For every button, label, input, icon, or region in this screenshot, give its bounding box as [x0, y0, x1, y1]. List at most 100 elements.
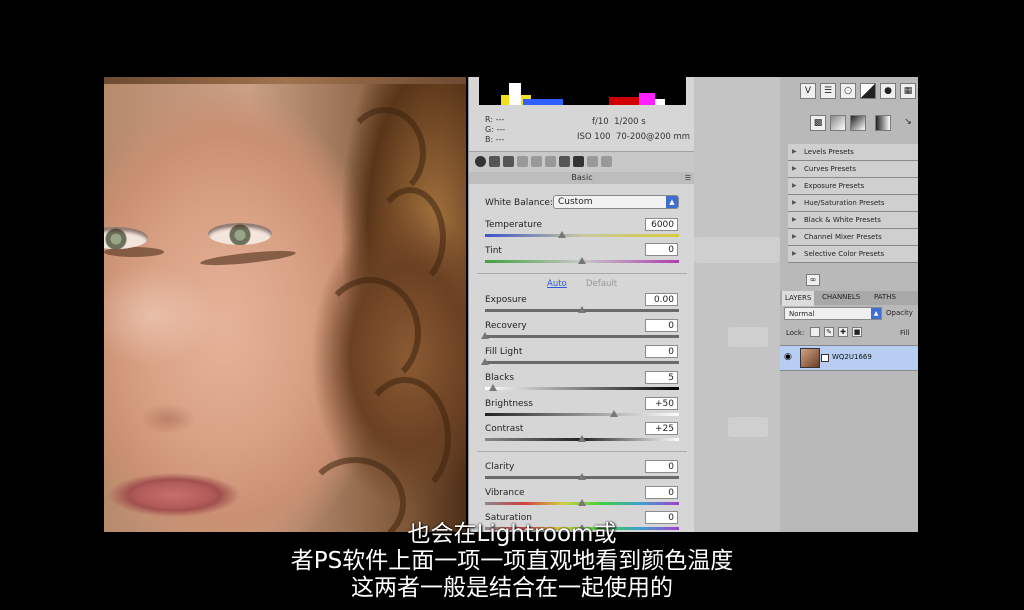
opacity-label: Opacity — [886, 309, 913, 317]
preset-curves[interactable]: Curves Presets — [788, 161, 918, 178]
posterize-icon[interactable] — [830, 115, 846, 131]
exposure-slider-thumb[interactable] — [578, 306, 586, 313]
brightness-track[interactable] — [485, 413, 679, 416]
preset-exposure[interactable]: Exposure Presets — [788, 178, 918, 195]
preset-hue-saturation[interactable]: Hue/Saturation Presets — [788, 195, 918, 212]
preset-levels[interactable]: Levels Presets — [788, 144, 918, 161]
basic-tab-icon[interactable] — [475, 156, 486, 167]
exposure-field[interactable]: 0.00 — [645, 293, 678, 306]
tint-field[interactable]: 0 — [645, 243, 678, 256]
camera-raw-panel: R: --- G: --- B: --- f/10 1/200 s ISO 10… — [468, 77, 696, 532]
recovery-field[interactable]: 0 — [645, 319, 678, 332]
contrast-label: Contrast — [485, 424, 524, 434]
tab-paths[interactable]: PATHS — [874, 293, 896, 301]
panel-options-icon[interactable]: ↘ — [900, 115, 916, 131]
hsl-tab-icon[interactable] — [517, 156, 528, 167]
preset-channel-mixer[interactable]: Channel Mixer Presets — [788, 229, 918, 246]
layer-row[interactable]: ◉ WQ2U1669 — [780, 345, 918, 371]
left-eye — [104, 227, 148, 249]
fill-light-slider-thumb[interactable] — [481, 358, 489, 365]
recovery-track[interactable] — [485, 335, 679, 338]
effects-tab-icon[interactable] — [559, 156, 570, 167]
lock-pixels-icon[interactable]: ✎ — [824, 327, 834, 337]
tone-curve-tab-icon[interactable] — [489, 156, 500, 167]
lock-all-icon[interactable]: ■ — [852, 327, 862, 337]
right-eyebrow — [199, 248, 297, 268]
channel-mixer-icon[interactable]: ● — [880, 83, 896, 99]
portrait-photo — [104, 77, 466, 532]
clarity-slider-thumb[interactable] — [578, 473, 586, 480]
layer-thumbnail — [800, 348, 820, 368]
white-balance-select[interactable]: Custom ▲ — [553, 195, 679, 209]
exif-lens: ISO 100 70-200@200 mm — [577, 132, 691, 142]
lens-tab-icon[interactable] — [545, 156, 556, 167]
layer-name[interactable]: WQ2U1669 — [832, 353, 872, 361]
subtitle-line-3: 这两者一般是结合在一起使用的 — [351, 575, 673, 601]
hair-curl — [374, 187, 446, 289]
threshold-icon[interactable] — [850, 115, 866, 131]
blacks-label: Blacks — [485, 373, 515, 383]
rgb-readout: R: --- G: --- B: --- — [485, 115, 506, 144]
photo-filter-icon[interactable]: ○ — [840, 83, 856, 99]
preset-selective-color[interactable]: Selective Color Presets — [788, 246, 918, 263]
tint-label: Tint — [485, 246, 502, 256]
photoshop-adjustments-panel: V ☰ ○ ● ▦ ▩ ↘ Levels Presets Curves Pres… — [780, 77, 918, 532]
blacks-slider-thumb[interactable] — [489, 384, 497, 391]
right-eye — [208, 223, 272, 245]
clarity-field[interactable]: 0 — [645, 460, 678, 473]
chevron-down-icon: ▲ — [666, 196, 678, 208]
exif-exposure: f/10 1/200 s — [592, 117, 646, 127]
photo-edge — [104, 77, 466, 84]
recovery-slider-thumb[interactable] — [481, 332, 489, 339]
split-toning-tab-icon[interactable] — [531, 156, 542, 167]
link-icon[interactable]: ∞ — [806, 274, 820, 286]
blacks-field[interactable]: 5 — [645, 371, 678, 384]
fill-label: Fill — [900, 329, 910, 337]
contrast-field[interactable]: +25 — [645, 422, 678, 435]
fill-light-field[interactable]: 0 — [645, 345, 678, 358]
fill-light-label: Fill Light — [485, 347, 523, 357]
temperature-track[interactable] — [485, 234, 679, 237]
fill-light-track[interactable] — [485, 361, 679, 364]
default-link[interactable]: Default — [586, 279, 617, 289]
vibrance-icon[interactable]: V — [800, 83, 816, 99]
brightness-field[interactable]: +50 — [645, 397, 678, 410]
blend-mode-value: Normal — [789, 310, 815, 318]
brightness-slider-thumb[interactable] — [610, 410, 618, 417]
vibrance-field[interactable]: 0 — [645, 486, 678, 499]
blacks-track[interactable] — [485, 387, 679, 390]
tint-slider-thumb[interactable] — [578, 257, 586, 264]
histogram — [479, 77, 686, 105]
hair-curl — [344, 107, 426, 199]
lock-transparency-icon[interactable] — [810, 327, 820, 337]
divider — [477, 273, 687, 274]
background-dialog — [694, 77, 780, 532]
eye-icon[interactable]: ◉ — [784, 352, 792, 362]
preset-black-white[interactable]: Black & White Presets — [788, 212, 918, 229]
lock-position-icon[interactable]: ✚ — [838, 327, 848, 337]
tab-layers[interactable]: LAYERS — [782, 291, 815, 306]
panel-menu-icon[interactable]: ☰ — [685, 172, 691, 184]
gradient-map-icon[interactable] — [875, 115, 891, 131]
blend-mode-select[interactable]: Normal ▲ — [784, 307, 882, 320]
presets-tab-icon[interactable] — [587, 156, 598, 167]
detail-tab-icon[interactable] — [503, 156, 514, 167]
contrast-slider-thumb[interactable] — [578, 435, 586, 442]
temperature-field[interactable]: 6000 — [645, 218, 678, 231]
auto-link[interactable]: Auto — [547, 279, 567, 289]
color-balance-icon[interactable]: ☰ — [820, 83, 836, 99]
nose — [128, 377, 208, 437]
recovery-label: Recovery — [485, 321, 527, 331]
temperature-label: Temperature — [485, 220, 543, 230]
lips — [108, 472, 240, 518]
tab-channels[interactable]: CHANNELS — [822, 293, 860, 301]
invert-icon[interactable]: ▩ — [810, 115, 826, 131]
vibrance-slider-thumb[interactable] — [578, 499, 586, 506]
vibrance-label: Vibrance — [485, 488, 525, 498]
snapshots-tab-icon[interactable] — [601, 156, 612, 167]
chevron-down-icon: ▲ — [871, 308, 881, 319]
selective-color-icon[interactable]: ▦ — [900, 83, 916, 99]
camera-calibration-tab-icon[interactable] — [573, 156, 584, 167]
temperature-slider-thumb[interactable] — [558, 231, 566, 238]
black-white-icon[interactable] — [860, 83, 876, 99]
